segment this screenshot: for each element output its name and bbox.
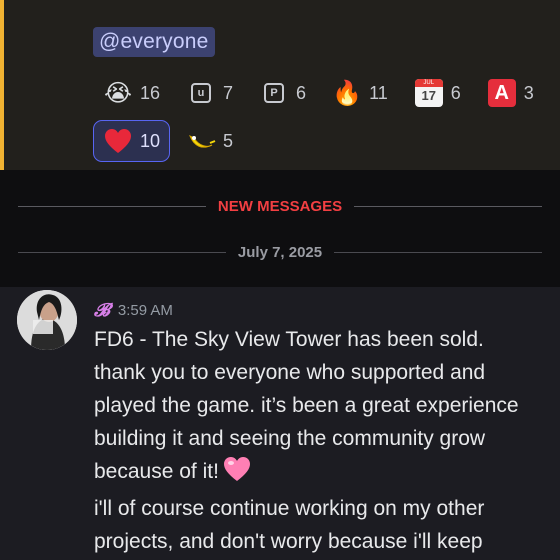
chat-message: 𝓑 3:59 AM FD6 - The Sky View Tower has b…	[0, 287, 560, 560]
loudly-crying-face-icon: 😭	[103, 79, 133, 107]
new-messages-divider[interactable]: NEW MESSAGES	[18, 196, 542, 216]
pink-heart-icon	[223, 456, 251, 492]
new-messages-label: NEW MESSAGES	[217, 197, 343, 215]
reaction-fire[interactable]: 🔥 11	[322, 72, 398, 114]
mention-highlight-bar	[0, 0, 4, 170]
message-header: 𝓑 3:59 AM	[94, 299, 173, 321]
reaction-p-square[interactable]: P 6	[249, 72, 316, 114]
a-button-icon: A	[487, 78, 517, 108]
reaction-loudly-crying[interactable]: 😭 16	[93, 72, 170, 114]
reaction-count: 3	[523, 82, 534, 103]
reaction-banana[interactable]: 5	[176, 120, 243, 162]
mention-message-block: @everyone 😭 16 u 7 P 6 🔥 11 JUL 17 6 A 3…	[0, 0, 560, 170]
reaction-row-1: 😭 16 u 7 P 6 🔥 11 JUL 17 6 A 3	[93, 72, 543, 114]
message-timestamp[interactable]: 3:59 AM	[118, 302, 173, 319]
reaction-count: 6	[450, 82, 461, 103]
message-paragraph: thank you to everyone who supported and …	[94, 356, 549, 492]
date-label: July 7, 2025	[237, 243, 323, 261]
reaction-count: 10	[140, 130, 161, 151]
message-line: FD6 - The Sky View Tower has been sold.	[94, 328, 484, 351]
u-square-icon: u	[186, 78, 216, 108]
message-content: FD6 - The Sky View Tower has been sold. …	[94, 323, 549, 558]
fire-icon: 🔥	[332, 79, 362, 107]
reaction-count: 7	[223, 82, 234, 103]
everyone-mention[interactable]: @everyone	[93, 27, 215, 57]
reaction-count: 11	[369, 82, 388, 103]
reaction-bar: 😭 16 u 7 P 6 🔥 11 JUL 17 6 A 3 10 5	[93, 72, 543, 168]
avatar[interactable]	[17, 290, 77, 350]
banana-icon	[186, 126, 216, 156]
reaction-count: 6	[296, 82, 307, 103]
date-divider: July 7, 2025	[18, 242, 543, 262]
reaction-calendar[interactable]: JUL 17 6	[404, 72, 471, 114]
reaction-a-button[interactable]: A 3	[477, 72, 544, 114]
red-heart-icon	[103, 126, 133, 156]
message-dividers: NEW MESSAGES July 7, 2025	[0, 170, 560, 287]
reaction-count: 5	[223, 130, 234, 151]
p-square-icon: P	[259, 78, 289, 108]
reaction-u-square[interactable]: u 7	[176, 72, 243, 114]
reaction-row-2: 10 5	[93, 120, 543, 162]
calendar-icon: JUL 17	[414, 78, 444, 108]
username[interactable]: 𝓑	[94, 300, 110, 321]
reaction-red-heart[interactable]: 10	[93, 120, 171, 162]
reaction-count: 16	[140, 82, 161, 103]
message-paragraph: i'll of course continue working on my ot…	[94, 497, 485, 553]
